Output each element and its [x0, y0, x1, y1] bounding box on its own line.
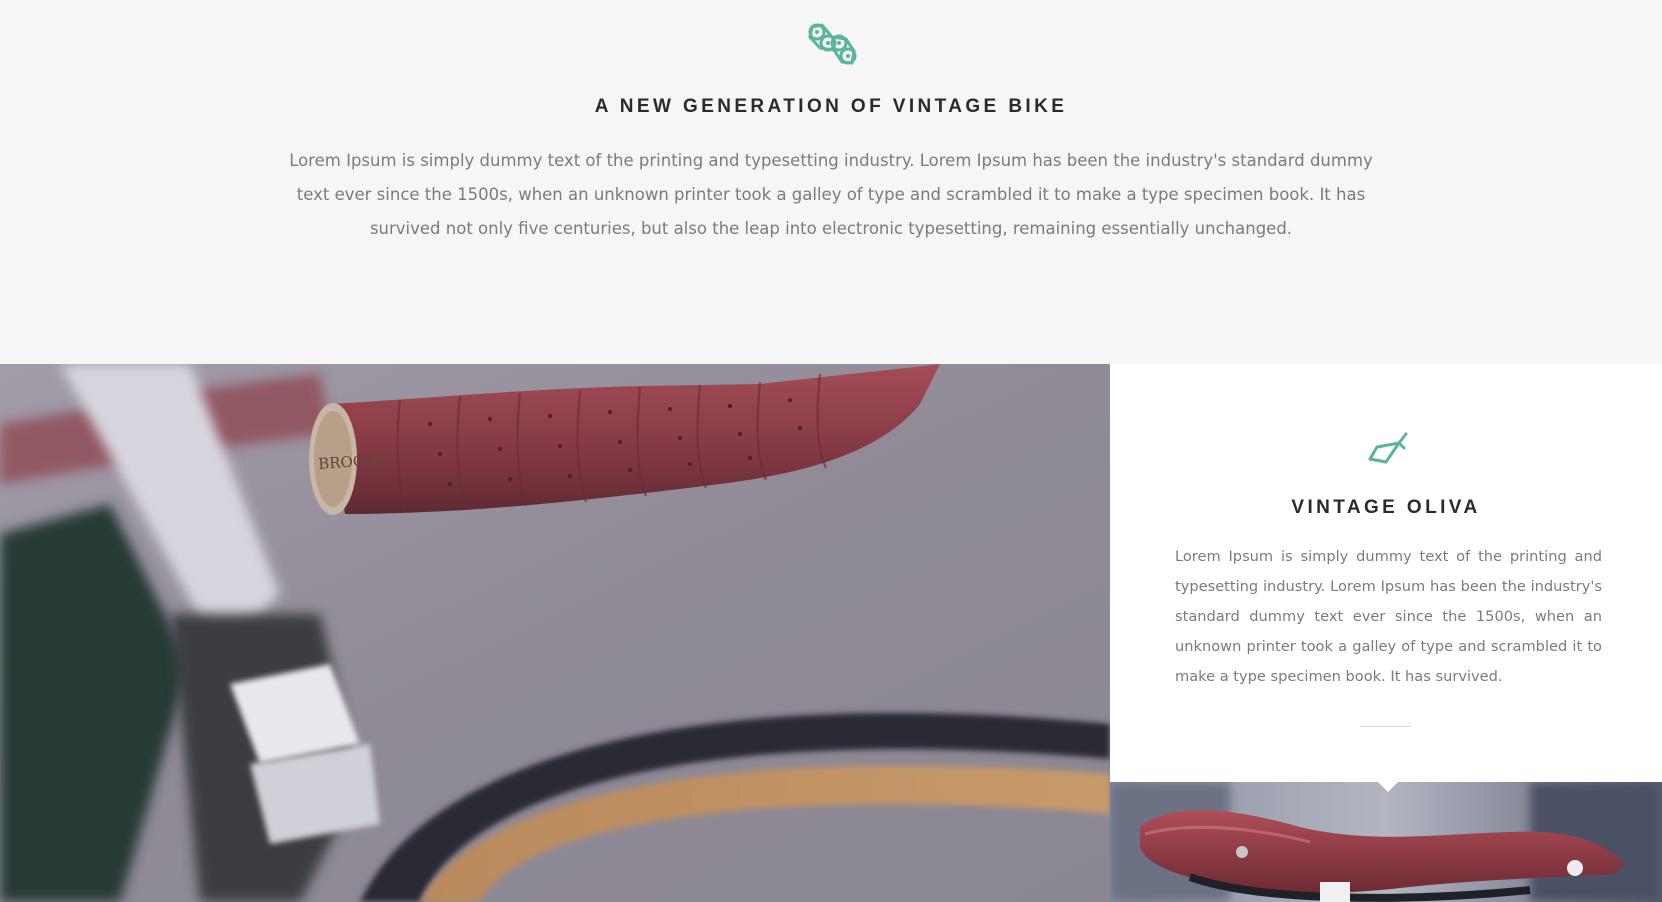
- saddle-photo-illustration: [1110, 782, 1662, 902]
- handlebar-photo: BROOKS: [0, 364, 1110, 902]
- bike-chain-icon: [808, 23, 857, 65]
- card-divider: [1361, 726, 1411, 727]
- bike-frame-icon: [1368, 432, 1408, 464]
- section-title: A NEW GENERATION OF VINTAGE BIKE: [594, 96, 1068, 117]
- card-pointer: [1378, 782, 1398, 792]
- card-description: Lorem Ipsum is simply dummy text of the …: [1175, 548, 1602, 685]
- handlebar-photo-illustration: BROOKS: [0, 364, 1110, 902]
- intro-section: A NEW GENERATION OF VINTAGE BIKE Lorem I…: [0, 0, 1662, 364]
- saddle-photo: [1110, 782, 1662, 902]
- card-title: VINTAGE OLIVA: [1291, 497, 1481, 518]
- section-description: Lorem Ipsum is simply dummy text of the …: [289, 151, 1373, 238]
- product-card: VINTAGE OLIVA Lorem Ipsum is simply dumm…: [1110, 364, 1662, 782]
